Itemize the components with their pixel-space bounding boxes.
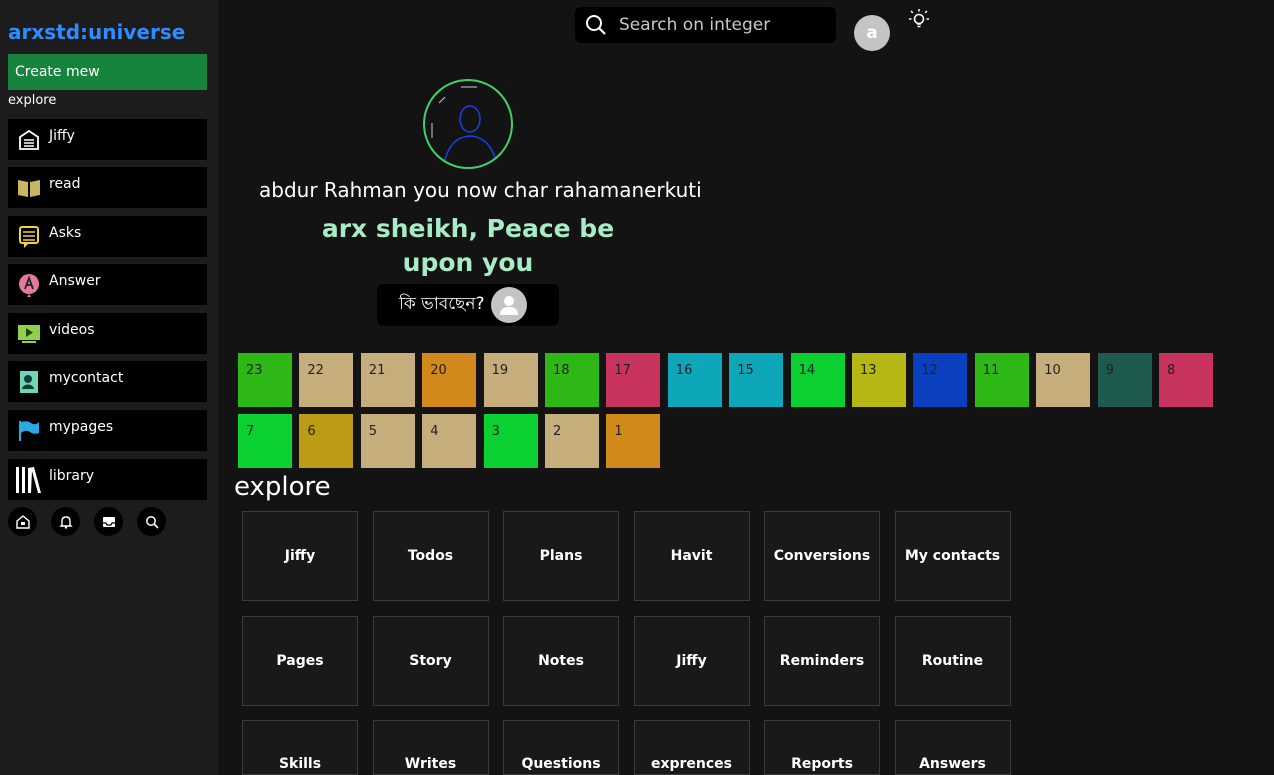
day-cell[interactable]: 12 [913,353,968,407]
post-avatar [490,287,527,323]
sidebar-item-read[interactable]: read [8,167,207,208]
sidebar-item-videos[interactable]: videos [8,313,207,354]
user-avatar[interactable]: a [854,15,890,51]
day-cell[interactable]: 1 [606,414,661,468]
greeting-name: abdur Rahman you now char rahamanerkuti [259,178,702,202]
create-new-button[interactable]: Create mew [8,54,207,90]
explore-tile[interactable]: Reminders [764,615,880,706]
search-icon [586,15,606,35]
explore-tile[interactable]: Jiffy [633,615,750,706]
sidebar-item-label: videos [49,321,95,338]
sidebar-item-answer[interactable]: Answer [8,264,207,305]
notifications-button[interactable] [51,507,80,536]
book-icon [14,173,44,203]
day-cell[interactable]: 4 [422,414,477,468]
explore-tile[interactable]: Story [372,615,489,706]
sidebar-item-label: Answer [49,272,101,289]
explore-tile[interactable]: My contacts [894,511,1011,601]
quick-actions [8,507,166,536]
flag-icon [14,416,44,446]
explore-label: explore [8,93,57,108]
home-icon [15,514,30,529]
sidebar-item-asks[interactable]: Asks [8,216,207,257]
day-cell[interactable]: 19 [483,353,538,407]
explore-tile[interactable]: Plans [503,511,619,601]
post-prompt: কি ভাবছেন? [399,294,485,314]
explore-tile[interactable]: Questions [503,720,619,775]
theme-toggle-button[interactable] [907,7,931,35]
sidebar-item-label: read [49,175,81,192]
explore-tile[interactable]: Todos [372,511,489,601]
library-icon [14,465,44,495]
explore-tile[interactable]: Writes [372,720,489,775]
explore-tile[interactable]: Notes [503,615,619,706]
post-composer[interactable]: কি ভাবছেন? [377,284,559,326]
search-button[interactable] [137,507,166,536]
explore-tile[interactable]: Havit [633,511,750,601]
day-cell[interactable]: 17 [606,353,661,407]
sidebar-item-label: library [49,467,95,484]
building-icon [14,125,44,155]
day-cell[interactable]: 6 [299,414,354,468]
sidebar-item-jiffy[interactable]: Jiffy [8,119,207,160]
day-cell[interactable]: 2 [545,414,599,468]
day-cell[interactable]: 23 [238,353,292,407]
explore-tile[interactable]: Skills [242,720,358,775]
sidebar-item-library[interactable]: library [8,459,207,500]
sidebar-item-mypages[interactable]: mypages [8,410,207,451]
lightbulb-icon [909,9,929,28]
profile-picture[interactable] [423,79,513,169]
sidebar-item-label: mycontact [49,369,124,386]
day-cell[interactable]: 8 [1159,353,1213,407]
explore-heading: explore [234,472,331,502]
explore-tile[interactable]: Routine [894,615,1011,706]
inbox-icon [102,516,115,527]
video-play-icon [14,319,44,349]
day-cell[interactable]: 21 [360,353,415,407]
brand-title[interactable]: arxstd:universe [8,20,185,44]
explore-tile[interactable]: Answers [894,720,1011,775]
contact-card-icon [14,367,44,397]
sidebar-item-label: mypages [49,418,114,435]
day-cell[interactable]: 7 [238,414,292,468]
day-cell[interactable]: 20 [422,353,477,407]
bell-icon [58,515,73,529]
search-bar[interactable] [575,7,836,43]
search-icon [145,515,159,529]
day-cell[interactable]: 22 [299,353,354,407]
day-cell[interactable]: 11 [974,353,1029,407]
day-cell[interactable]: 14 [790,353,845,407]
explore-tile[interactable]: Jiffy [242,511,358,601]
day-cell[interactable]: 16 [667,353,722,407]
answer-badge-icon [14,270,44,300]
explore-tile[interactable]: Reports [764,720,880,775]
day-cell[interactable]: 9 [1097,353,1152,407]
user-silhouette-icon [431,86,498,166]
sidebar: arxstd:universe Create mew explore Jiffy… [0,0,218,775]
inbox-button[interactable] [94,507,123,536]
day-cell[interactable]: 5 [360,414,415,468]
search-input[interactable] [617,14,821,36]
day-cell[interactable]: 15 [729,353,784,407]
day-cell[interactable]: 3 [483,414,538,468]
note-icon [14,222,44,252]
home-button[interactable] [8,507,37,536]
sidebar-item-label: Jiffy [49,127,75,144]
day-cell[interactable]: 10 [1036,353,1091,407]
greeting-message: arx sheikh, Peace be upon you [321,214,615,277]
user-icon [499,296,518,315]
explore-tile[interactable]: Pages [242,615,358,706]
sidebar-item-mycontact[interactable]: mycontact [8,361,207,402]
day-cell[interactable]: 13 [852,353,906,407]
explore-tile[interactable]: Conversions [764,511,880,601]
explore-tile[interactable]: exprences [633,720,750,775]
day-cell[interactable]: 18 [545,353,599,407]
sidebar-item-label: Asks [49,224,82,241]
